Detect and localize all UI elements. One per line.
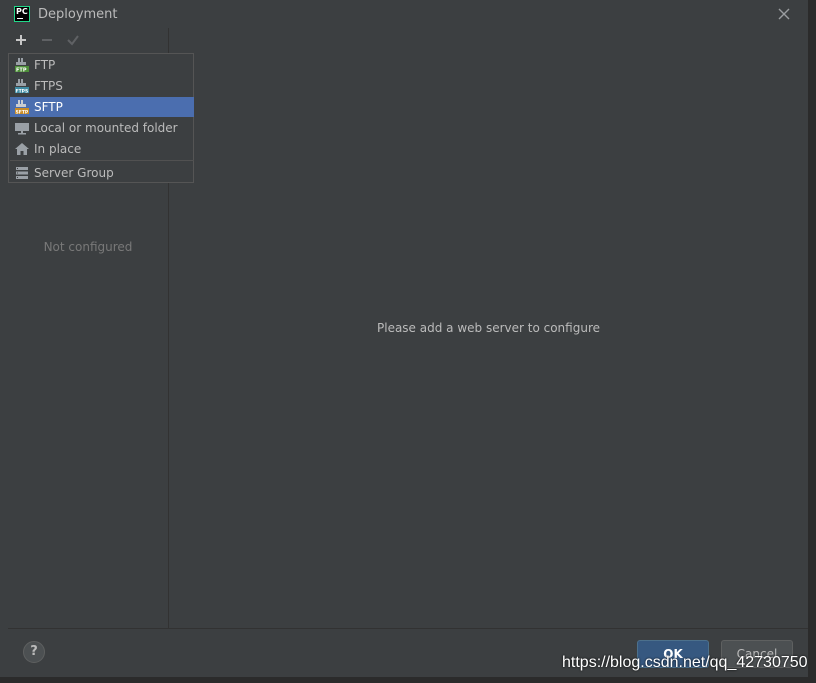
menu-item-label: Server Group: [34, 166, 114, 180]
add-server-menu: FTP FTP FTPS FTPS SFTP SFTP Local or mou…: [8, 53, 194, 183]
menu-item-server-group[interactable]: Server Group: [10, 163, 194, 183]
empty-config-message: Please add a web server to configure: [377, 321, 600, 335]
menu-item-local-folder[interactable]: Local or mounted folder: [10, 118, 194, 138]
menu-item-sftp[interactable]: SFTP SFTP: [10, 97, 194, 117]
help-button[interactable]: ?: [23, 641, 45, 663]
deployment-dialog: PC Deployment Not configured Please add …: [0, 0, 816, 683]
plus-icon[interactable]: [13, 32, 29, 48]
svg-text:FTP: FTP: [16, 68, 27, 74]
local-folder-icon: [14, 120, 30, 136]
server-list-toolbar: [8, 30, 98, 50]
menu-item-label: FTP: [34, 58, 56, 72]
pycharm-logo-icon: PC: [14, 6, 30, 22]
svg-text:SFTP: SFTP: [16, 110, 29, 116]
home-icon: [14, 141, 30, 157]
server-group-icon: [14, 165, 30, 181]
menu-item-label: SFTP: [34, 100, 63, 114]
ftps-icon: FTPS: [14, 78, 30, 95]
minus-icon[interactable]: [39, 32, 55, 48]
menu-separator: [10, 160, 194, 161]
sftp-icon: SFTP: [14, 99, 30, 116]
menu-item-ftps[interactable]: FTPS FTPS: [10, 76, 194, 96]
window-title: Deployment: [38, 7, 118, 22]
menu-item-label: Local or mounted folder: [34, 121, 178, 135]
watermark-text: https://blog.csdn.net/qq_42730750: [562, 654, 808, 671]
svg-text:FTPS: FTPS: [16, 89, 29, 95]
not-configured-label: Not configured: [43, 240, 133, 254]
menu-item-in-place[interactable]: In place: [10, 139, 194, 159]
menu-item-label: In place: [34, 142, 82, 156]
close-icon[interactable]: [776, 6, 792, 22]
menu-item-ftp[interactable]: FTP FTP: [10, 55, 194, 75]
check-icon[interactable]: [65, 32, 81, 48]
menu-item-label: FTPS: [34, 79, 63, 93]
app-logo-text: PC: [16, 7, 28, 16]
title-bar: PC Deployment: [0, 0, 808, 28]
ftp-icon: FTP: [14, 57, 30, 74]
